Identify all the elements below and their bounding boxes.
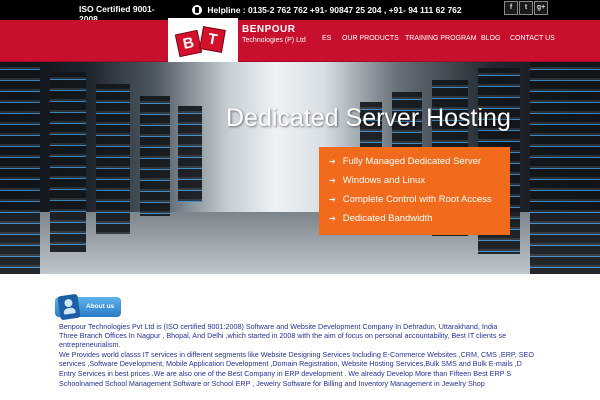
hero-banner [0, 62, 600, 274]
feature-label: Windows and Linux [342, 175, 426, 186]
about-text-line: services ,Software Development, Mobile A… [59, 359, 522, 368]
phone-icon [192, 5, 202, 15]
feature-item: ➔ Fully Managed Dedicated Server [329, 156, 481, 167]
arrow-right-icon: ➔ [329, 195, 336, 204]
logo-letter-t: T [199, 26, 226, 53]
server-rack [50, 72, 86, 252]
nav-item-our-products[interactable]: OUR PRODUCTS [342, 35, 399, 42]
nav-item-services[interactable]: ES [322, 35, 331, 42]
arrow-right-icon: ➔ [329, 214, 336, 223]
users-icon [57, 293, 81, 321]
logo-letter-b: B [174, 29, 203, 58]
arrow-right-icon: ➔ [329, 176, 336, 185]
about-text-line: Benpour Technologies Pvt Ltd is (ISO cer… [59, 322, 498, 331]
feature-label: Complete Control with Root Access [342, 194, 492, 205]
logo[interactable]: B T [168, 18, 238, 68]
feature-item: ➔ Windows and Linux [329, 175, 425, 186]
about-us-badge[interactable]: About us [55, 293, 121, 321]
brand-name: BENPOUR [242, 24, 296, 35]
brand-text[interactable]: BENPOUR Technologies (P) Ltd [242, 24, 306, 44]
feature-item: ➔ Complete Control with Root Access [329, 194, 492, 205]
about-text-line: We Provides world classs IT services in … [59, 350, 534, 359]
server-rack [178, 106, 202, 202]
helpline-text: Helpline : 0135-2 762 762 +91- 90847 25 … [207, 5, 462, 15]
nav-item-contact-us[interactable]: CONTACT US [510, 35, 555, 42]
about-text-line: Schoolnamed School Management Software o… [59, 379, 485, 388]
about-text-line: Three Branch Offices In Nagpur , Bhopal,… [59, 331, 507, 340]
server-rack [530, 62, 600, 274]
arrow-right-icon: ➔ [329, 157, 336, 166]
about-us-label: About us [86, 303, 115, 310]
about-text-line: entrepreneurialism. [59, 340, 121, 349]
helpline: Helpline : 0135-2 762 762 +91- 90847 25 … [192, 5, 462, 15]
brand-subtitle: Technologies (P) Ltd [242, 37, 306, 44]
twitter-icon[interactable]: t [519, 1, 533, 15]
feature-item: ➔ Dedicated Bandwidth [329, 213, 433, 224]
feature-label: Dedicated Bandwidth [342, 213, 433, 224]
google-plus-icon[interactable]: g+ [534, 1, 548, 15]
nav-item-training-program[interactable]: TRAINING PROGRAM [405, 35, 477, 42]
server-rack [140, 96, 170, 216]
feature-label: Fully Managed Dedicated Server [342, 156, 482, 167]
facebook-icon[interactable]: f [504, 1, 518, 15]
feature-panel: ➔ Fully Managed Dedicated Server ➔ Windows… [319, 147, 510, 235]
hero-title: Dedicated Server Hosting [226, 104, 511, 132]
about-text-line: Entry Services in best prices .We are al… [59, 369, 512, 378]
nav-item-blog[interactable]: BLOG [481, 35, 500, 42]
server-rack [0, 62, 40, 274]
server-rack [96, 84, 130, 234]
top-bar: ISO Certified 9001-2008 Helpline : 0135-… [0, 0, 600, 24]
